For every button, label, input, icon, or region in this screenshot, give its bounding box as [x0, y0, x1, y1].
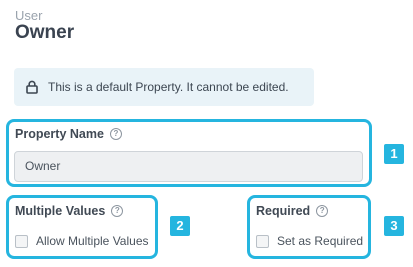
help-icon[interactable]: ?	[109, 128, 122, 140]
callout-badge-1: 1	[384, 144, 404, 164]
help-icon[interactable]: ?	[316, 205, 329, 217]
page-title: Owner	[15, 22, 75, 43]
allow-multiple-values-checkbox[interactable]	[15, 234, 28, 248]
allow-multiple-values-option[interactable]: Allow Multiple Values	[15, 234, 149, 248]
allow-multiple-values-label[interactable]: Allow Multiple Values	[36, 234, 149, 248]
default-property-notice: This is a default Property. It cannot be…	[14, 68, 314, 106]
property-name-label-text: Property Name	[15, 127, 104, 141]
callout-badge-2: 2	[170, 216, 190, 236]
lock-icon	[26, 80, 38, 94]
set-as-required-option[interactable]: Set as Required	[256, 234, 363, 248]
callout-badge-3: 3	[384, 216, 404, 236]
property-name-label: Property Name ?	[15, 127, 122, 141]
required-label-text: Required	[256, 204, 311, 218]
multiple-values-label-text: Multiple Values	[15, 204, 106, 218]
entity-type-label: User	[15, 8, 43, 23]
help-icon[interactable]: ?	[111, 205, 124, 217]
set-as-required-label[interactable]: Set as Required	[277, 234, 363, 248]
required-label: Required ?	[256, 204, 329, 218]
property-name-input[interactable]: Owner	[14, 151, 363, 182]
multiple-values-label: Multiple Values ?	[15, 204, 124, 218]
set-as-required-checkbox[interactable]	[256, 234, 269, 248]
notice-text: This is a default Property. It cannot be…	[48, 80, 289, 94]
